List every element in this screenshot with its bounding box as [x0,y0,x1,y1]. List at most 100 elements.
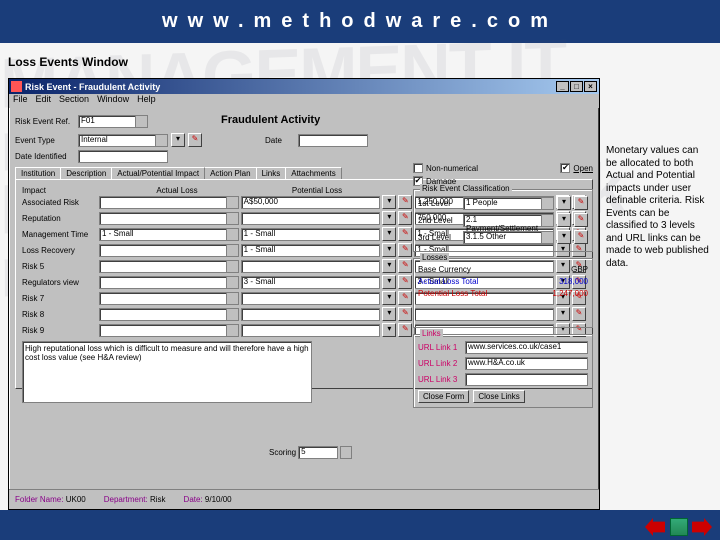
impact-level-dropdown[interactable] [99,260,239,273]
close-links-button[interactable]: Close Links [473,390,524,403]
event-type-pencil-icon[interactable]: ✎ [188,133,202,147]
impact-label: Associated Risk [22,198,97,207]
actual-pencil-icon[interactable]: ✎ [398,243,412,257]
footer-bar [0,510,720,540]
site-header: www.methodware.com [0,0,720,43]
menu-edit[interactable]: Edit [36,94,52,108]
impact-level-dropdown[interactable] [99,196,239,209]
links-group: Links URL Link 1www.services.co.uk/case1… [413,334,593,408]
tab-attachments[interactable]: Attachments [285,167,341,179]
tab-action-plan[interactable]: Action Plan [204,167,256,179]
actual-btn[interactable]: ▾ [382,307,396,321]
actual-pencil-icon[interactable]: ✎ [398,195,412,209]
impact-label: Regulators view [22,278,97,287]
actual-loss-field[interactable] [241,292,381,305]
impact-label: Risk 5 [22,262,97,271]
minimize-button[interactable]: _ [556,81,569,92]
impact-label: Risk 7 [22,294,97,303]
level1-pencil-icon[interactable]: ✎ [574,196,588,210]
url-link-2[interactable]: www.H&A.co.uk [465,357,588,370]
event-type-dropdown[interactable]: Internal [78,134,168,147]
actual-btn[interactable]: ▾ [382,243,396,257]
risk-event-window: Risk Event - Fraudulent Activity _ □ × F… [8,78,600,510]
menu-window[interactable]: Window [97,94,129,108]
window-title: Risk Event - Fraudulent Activity [25,82,160,92]
actual-loss-field[interactable]: 1 - Small [241,244,381,257]
actual-loss-field[interactable] [241,212,381,225]
impact-level-dropdown[interactable] [99,308,239,321]
tab-actual-potential-impact[interactable]: Actual/Potential Impact [111,167,205,179]
actual-pencil-icon[interactable]: ✎ [398,307,412,321]
actual-btn[interactable]: ▾ [382,211,396,225]
level3-dropdown[interactable]: 3.1.5 Other [463,231,554,244]
impact-level-dropdown[interactable] [99,244,239,257]
url-link-3[interactable] [465,373,588,386]
actual-pencil-icon[interactable]: ✎ [398,275,412,289]
level2-pencil-icon[interactable]: ✎ [574,213,588,227]
actual-btn[interactable]: ▾ [382,195,396,209]
impact-label: Management Time [22,230,97,239]
actual-btn[interactable]: ▾ [382,259,396,273]
actual-pencil-icon[interactable]: ✎ [398,211,412,225]
prev-arrow-icon[interactable] [645,518,665,536]
impact-level-dropdown[interactable]: 1 - Small [99,228,239,241]
impact-label: Reputation [22,214,97,223]
date-identified-field[interactable] [78,150,168,163]
risk-event-ref-dropdown[interactable]: F01 [78,115,148,128]
risk-event-name: Fraudulent Activity [221,114,320,126]
actual-loss-field[interactable] [241,324,381,337]
col-actual: Actual Loss [112,186,242,195]
notes-textarea[interactable]: High reputational loss which is difficul… [22,341,312,403]
close-form-button[interactable]: Close Form [418,390,469,403]
actual-btn[interactable]: ▾ [382,323,396,337]
maximize-button[interactable]: □ [570,81,583,92]
cb-non-numerical[interactable]: Non-numerical [413,163,478,173]
actual-pencil-icon[interactable]: ✎ [398,227,412,241]
impact-level-dropdown[interactable] [99,276,239,289]
url-link-1[interactable]: www.services.co.uk/case1 [465,341,588,354]
level3-btn[interactable]: ▾ [557,230,571,244]
actual-btn[interactable]: ▾ [382,275,396,289]
actual-loss-field[interactable]: 1 - Small [241,228,381,241]
scoring-value[interactable]: 5 [298,446,338,459]
date-field[interactable] [298,134,368,147]
event-type-label: Event Type [15,136,75,145]
menu-file[interactable]: File [13,94,28,108]
level2-btn[interactable]: ▾ [557,213,571,227]
tab-institution[interactable]: Institution [15,167,61,179]
level2-dropdown[interactable]: 2.1 Payment/Settlement [463,214,554,227]
actual-btn[interactable]: ▾ [382,227,396,241]
level3-pencil-icon[interactable]: ✎ [574,230,588,244]
actual-loss-field[interactable] [241,260,381,273]
date-identified-label: Date Identified [15,152,75,161]
book-icon[interactable] [670,518,688,536]
statusbar: Folder Name: UK00 Department: Risk Date:… [9,489,599,509]
menu-help[interactable]: Help [137,94,156,108]
impact-label: Loss Recovery [22,246,97,255]
titlebar[interactable]: Risk Event - Fraudulent Activity _ □ × [9,79,599,94]
col-impact: Impact [22,186,112,195]
menubar: File Edit Section Window Help [9,94,599,108]
actual-loss-field[interactable] [241,308,381,321]
impact-level-dropdown[interactable] [99,292,239,305]
cb-open[interactable]: ✔Open [560,163,593,173]
impact-level-dropdown[interactable] [99,212,239,225]
losses-group: Losses Base CurrencyGBP Actual Loss Tota… [413,258,593,328]
menu-section[interactable]: Section [59,94,89,108]
level1-btn[interactable]: ▾ [557,196,571,210]
actual-pencil-icon[interactable]: ✎ [398,323,412,337]
event-type-edit-button[interactable]: ▾ [171,133,185,147]
scoring-spin[interactable] [340,446,352,459]
close-button[interactable]: × [584,81,597,92]
actual-pencil-icon[interactable]: ✎ [398,291,412,305]
impact-label: Risk 9 [22,326,97,335]
tab-links[interactable]: Links [256,167,287,179]
actual-btn[interactable]: ▾ [382,291,396,305]
next-arrow-icon[interactable] [692,518,712,536]
level1-dropdown[interactable]: 1 People [463,197,554,210]
tab-description[interactable]: Description [60,167,112,179]
actual-loss-field[interactable]: A$50,000 [241,196,381,209]
actual-pencil-icon[interactable]: ✎ [398,259,412,273]
actual-loss-field[interactable]: 3 - Small [241,276,381,289]
impact-level-dropdown[interactable] [99,324,239,337]
